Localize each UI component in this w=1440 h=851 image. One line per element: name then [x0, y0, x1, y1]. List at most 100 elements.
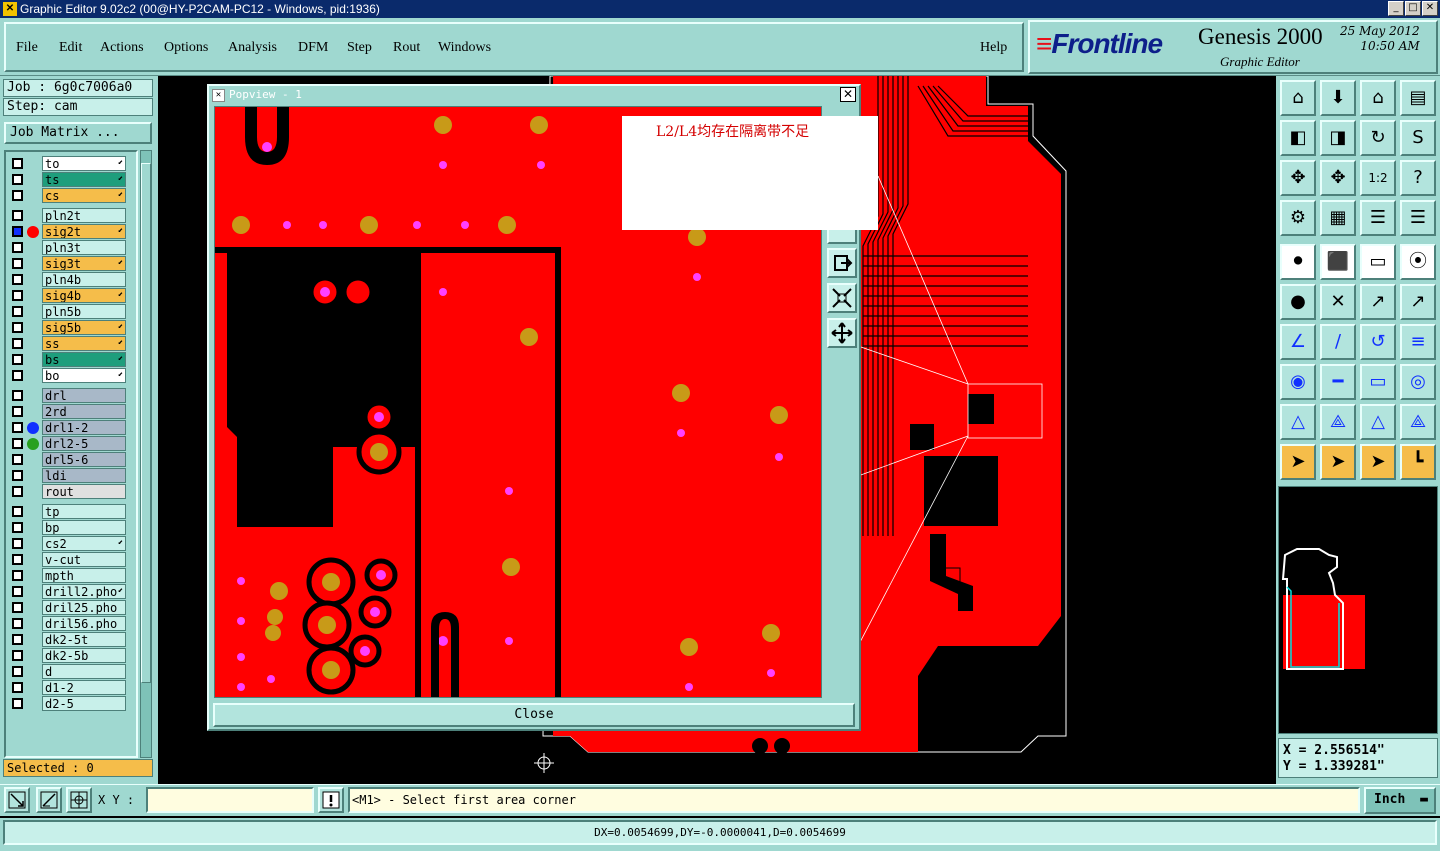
layer-row-sig2t[interactable]: sig2t ⬋	[8, 224, 128, 239]
layer-menu-icon[interactable]: ⬋	[118, 584, 123, 599]
layer-name[interactable]: sig3t	[42, 256, 126, 271]
layer-checkbox[interactable]	[12, 370, 23, 381]
layer-menu-icon[interactable]: ⬋	[118, 188, 123, 203]
scale-1-2-icon[interactable]: 1:2	[1360, 160, 1396, 196]
layer-checkbox[interactable]	[12, 258, 23, 269]
line-angle-icon[interactable]: ∠	[1280, 324, 1316, 360]
layer-menu-icon[interactable]: ⬋	[118, 172, 123, 187]
layer-row-drl5-6[interactable]: drl5-6	[8, 452, 128, 467]
layer-row-bp[interactable]: bp	[8, 520, 128, 535]
layer-checkbox[interactable]	[12, 522, 23, 533]
layer-name[interactable]: ss	[42, 336, 126, 351]
layer-name[interactable]: tp	[42, 504, 126, 519]
layer-row-d2-5[interactable]: d2-5	[8, 696, 128, 711]
layer-name[interactable]: cs	[42, 188, 126, 203]
triangle-b-icon[interactable]: △	[1360, 404, 1396, 440]
maximize-button[interactable]: □	[1405, 1, 1421, 16]
line-thin-icon[interactable]: ━	[1320, 364, 1356, 400]
arc-draw-icon[interactable]: ↺	[1360, 324, 1396, 360]
center-icon[interactable]: ✥	[1320, 160, 1356, 196]
layer-checkbox[interactable]	[12, 618, 23, 629]
menu-actions[interactable]: Actions	[100, 40, 144, 56]
help-icon[interactable]: ?	[1400, 160, 1436, 196]
layer-row-dk2-5t[interactable]: dk2-5t	[8, 632, 128, 647]
layer-name[interactable]: pln3t	[42, 240, 126, 255]
pan-left-icon[interactable]: ◧	[1280, 120, 1316, 156]
layer-checkbox[interactable]	[12, 242, 23, 253]
fit-screen-icon[interactable]: ✥	[1280, 160, 1316, 196]
layer-checkbox[interactable]	[12, 354, 23, 365]
popview-pan-icon[interactable]	[827, 318, 857, 348]
popview-exit-icon[interactable]	[827, 248, 857, 278]
layer-row-to[interactable]: to ⬋	[8, 156, 128, 171]
xy-input[interactable]	[146, 787, 314, 813]
layer-name[interactable]: pln4b	[42, 272, 126, 287]
overview-map[interactable]	[1278, 486, 1438, 734]
layer-menu-icon[interactable]: ⬋	[118, 536, 123, 551]
layer-name[interactable]: to	[42, 156, 126, 171]
layer-row-bs[interactable]: bs ⬋	[8, 352, 128, 367]
layer-row-mpth[interactable]: mpth	[8, 568, 128, 583]
layer-name[interactable]: d2-5	[42, 696, 126, 711]
layer-name[interactable]: v-cut	[42, 552, 126, 567]
layer-row-drl2-5[interactable]: drl2-5	[8, 436, 128, 451]
layer-row-drl[interactable]: drl	[8, 388, 128, 403]
select-feature-icon[interactable]: ⚫	[1280, 244, 1316, 280]
menu-analysis[interactable]: Analysis	[228, 40, 277, 56]
layer-name[interactable]: bp	[42, 520, 126, 535]
layer-name[interactable]: pln2t	[42, 208, 126, 223]
layer-checkbox[interactable]	[12, 454, 23, 465]
layer-row-pln4b[interactable]: pln4b	[8, 272, 128, 287]
triangle-a-icon[interactable]: ⟁	[1320, 404, 1356, 440]
layer-scrollbar[interactable]	[140, 150, 152, 758]
menu-rout[interactable]: Rout	[393, 40, 420, 56]
triangle-edit-icon[interactable]: △	[1280, 404, 1316, 440]
layer-name[interactable]: sig2t	[42, 224, 126, 239]
layer-name[interactable]: dk2-5t	[42, 632, 126, 647]
layer-row-ts[interactable]: ts ⬋	[8, 172, 128, 187]
layer-checkbox[interactable]	[12, 586, 23, 597]
snap-edge-icon[interactable]: ↗	[1400, 284, 1436, 320]
layer-checkbox[interactable]	[12, 290, 23, 301]
layer-name[interactable]: drl2-5	[42, 436, 126, 451]
pan-swap-icon[interactable]: ↻	[1360, 120, 1396, 156]
pointer-alt-icon[interactable]: ➤	[1360, 444, 1396, 480]
layer-menu-icon[interactable]: ⬋	[118, 336, 123, 351]
layer-checkbox[interactable]	[12, 470, 23, 481]
layer-row-cs2[interactable]: cs2 ⬋	[8, 536, 128, 551]
pointer-icon[interactable]: ➤	[1280, 444, 1316, 480]
zoom-home-icon[interactable]: ⌂	[1280, 80, 1316, 116]
alert-icon[interactable]	[318, 787, 344, 813]
grid-icon[interactable]: ▦	[1320, 200, 1356, 236]
layer-row-sig3t[interactable]: sig3t ⬋	[8, 256, 128, 271]
layer-checkbox[interactable]	[12, 698, 23, 709]
layer-row-sig5b[interactable]: sig5b ⬋	[8, 320, 128, 335]
line-draw-icon[interactable]: /	[1320, 324, 1356, 360]
layer-checkbox[interactable]	[12, 306, 23, 317]
settings-icon[interactable]: ⚙	[1280, 200, 1316, 236]
layer-row-bo[interactable]: bo ⬋	[8, 368, 128, 383]
layer-row-d1-2[interactable]: d1-2	[8, 680, 128, 695]
layer-name[interactable]: sig4b	[42, 288, 126, 303]
layer-menu-icon[interactable]: ⬋	[118, 156, 123, 171]
layer-checkbox[interactable]	[12, 438, 23, 449]
zoom-area-icon[interactable]	[4, 787, 30, 813]
layer-menu-icon[interactable]: ⬋	[118, 256, 123, 271]
layer-name[interactable]: ts	[42, 172, 126, 187]
layer-colors-icon[interactable]: ☰	[1360, 200, 1396, 236]
menu-edit[interactable]: Edit	[59, 40, 82, 56]
layer-name[interactable]: sig5b	[42, 320, 126, 335]
layer-name[interactable]: dril25.pho	[42, 600, 126, 615]
layer-checkbox[interactable]	[12, 210, 23, 221]
pad-move-icon[interactable]: ◉	[1280, 364, 1316, 400]
layer-row-dk2-5b[interactable]: dk2-5b	[8, 648, 128, 663]
snap-cross-icon[interactable]: ✕	[1320, 284, 1356, 320]
layer-menu-icon[interactable]: ⬋	[118, 320, 123, 335]
layer-menu-icon[interactable]: ⬋	[118, 352, 123, 367]
job-matrix-button[interactable]: Job Matrix ...	[4, 122, 152, 144]
layer-row-2rd[interactable]: 2rd	[8, 404, 128, 419]
popview-close-button[interactable]: Close	[213, 703, 855, 727]
layer-checkbox[interactable]	[12, 174, 23, 185]
layer-row-drl1-2[interactable]: drl1-2	[8, 420, 128, 435]
select-area-icon[interactable]: ⬛	[1320, 244, 1356, 280]
